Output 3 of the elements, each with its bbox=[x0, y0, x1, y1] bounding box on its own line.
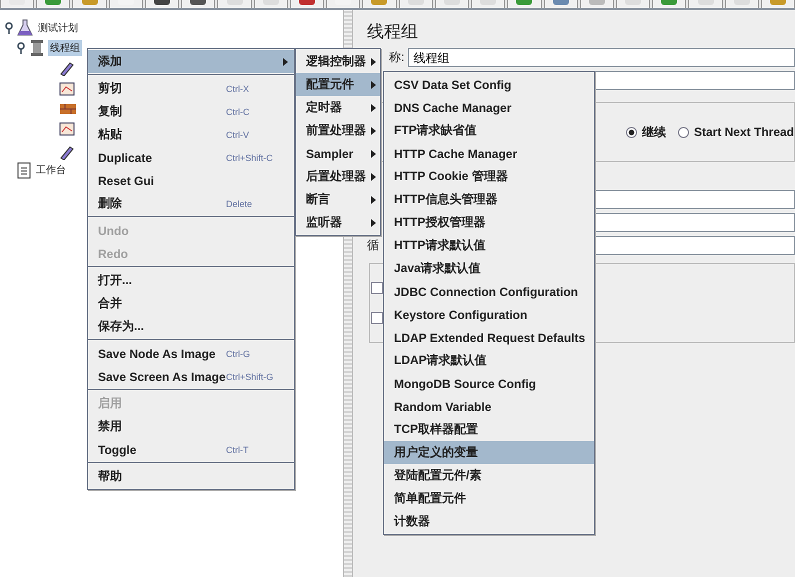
field-label: 循 bbox=[367, 237, 379, 254]
panel-title: 线程组 bbox=[367, 22, 419, 42]
field-label: 称: bbox=[389, 49, 404, 66]
